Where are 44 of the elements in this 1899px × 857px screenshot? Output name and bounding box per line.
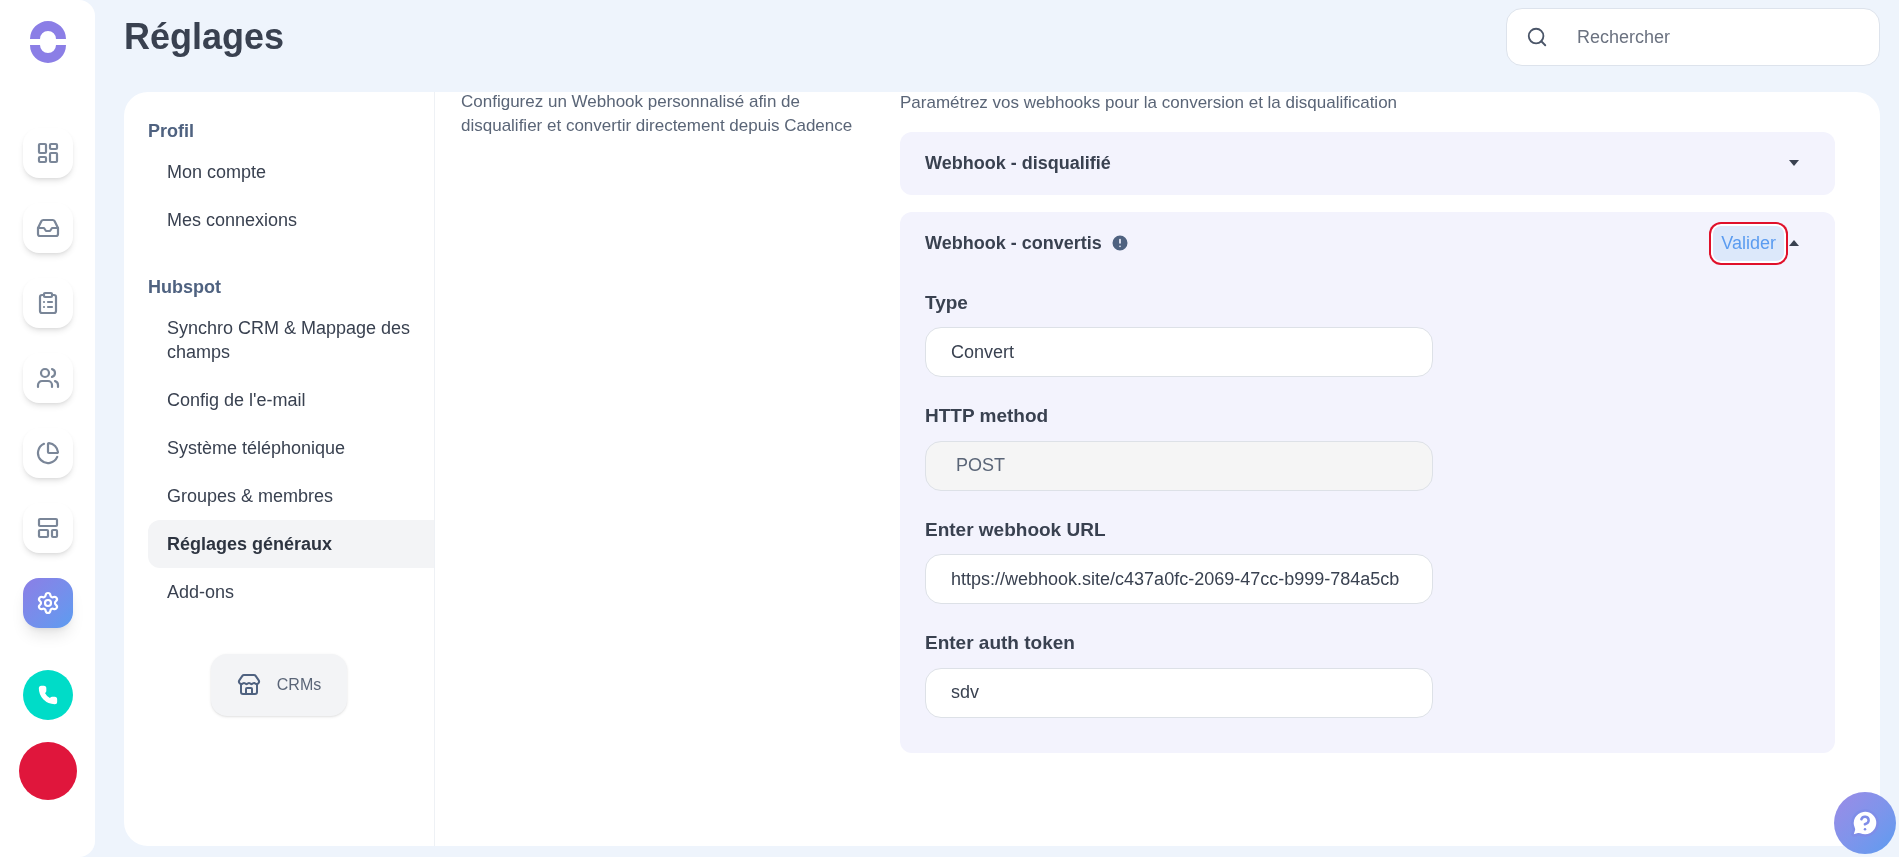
input-field[interactable]: https://webhook.site/c437a0fc-2069-47cc-b999-784a5cb — [925, 554, 1433, 604]
search-field[interactable]: Rechercher — [1506, 8, 1880, 66]
nav-item[interactable]: Synchro CRM & Mappage des champs — [148, 304, 434, 376]
panel-title: Webhook - disqualifié — [925, 151, 1111, 175]
phone-icon — [37, 685, 58, 705]
input-field[interactable]: Convert — [925, 327, 1433, 377]
nav-rail-button[interactable] — [22, 278, 73, 328]
page-title: Réglages — [124, 15, 285, 59]
dashboard-icon — [35, 141, 60, 165]
pie-chart-icon — [35, 441, 60, 465]
store-icon — [236, 673, 261, 697]
nav-item[interactable]: Config de l'e-mail — [148, 376, 434, 424]
avatar[interactable] — [18, 742, 77, 800]
crms-button[interactable]: CRMs — [211, 654, 347, 716]
nav-item[interactable]: Système téléphonique — [148, 424, 434, 472]
nav-item[interactable]: Réglages généraux — [148, 520, 434, 568]
help-icon — [1850, 808, 1880, 838]
nav-rail-button[interactable] — [22, 353, 73, 403]
field-label: Enter auth token — [925, 631, 1076, 655]
nav-section-heading: Hubspot — [147, 276, 222, 299]
panel-title: Webhook - convertis — [925, 231, 1102, 255]
caret-up-icon[interactable] — [1788, 239, 1800, 247]
field-label: HTTP method — [925, 404, 1050, 428]
nav-rail-button[interactable] — [22, 203, 73, 253]
nav-item[interactable]: Mes connexions — [148, 196, 434, 244]
field-label: Type — [925, 290, 969, 315]
layout-icon — [35, 516, 60, 540]
intro-text: Paramétrez vos webhooks pour la conversion et la disqualification — [900, 92, 1399, 114]
field-label: Enter webhook URL — [925, 517, 1107, 542]
search-icon — [1526, 26, 1548, 48]
nav-section-heading: Profil — [147, 120, 195, 143]
nav-rail-button[interactable] — [22, 428, 73, 478]
nav-item[interactable]: Add-ons — [148, 568, 434, 616]
settings-icon — [35, 591, 60, 615]
nav-rail-button[interactable] — [22, 128, 73, 178]
caret-down-icon[interactable] — [1788, 159, 1800, 167]
input-field[interactable]: sdv — [925, 667, 1433, 718]
nav-rail-button[interactable] — [22, 503, 73, 553]
nav-item[interactable]: Mon compte — [148, 148, 434, 196]
nav-rail-button[interactable] — [22, 578, 73, 628]
description-text: Configurez un Webhook personnalisé afin de disqualifier et convertir directement depuis Cadence — [461, 91, 854, 137]
inbox-icon — [35, 216, 60, 240]
nav-item[interactable]: Groupes & membres — [148, 472, 434, 520]
people-icon — [35, 366, 60, 390]
